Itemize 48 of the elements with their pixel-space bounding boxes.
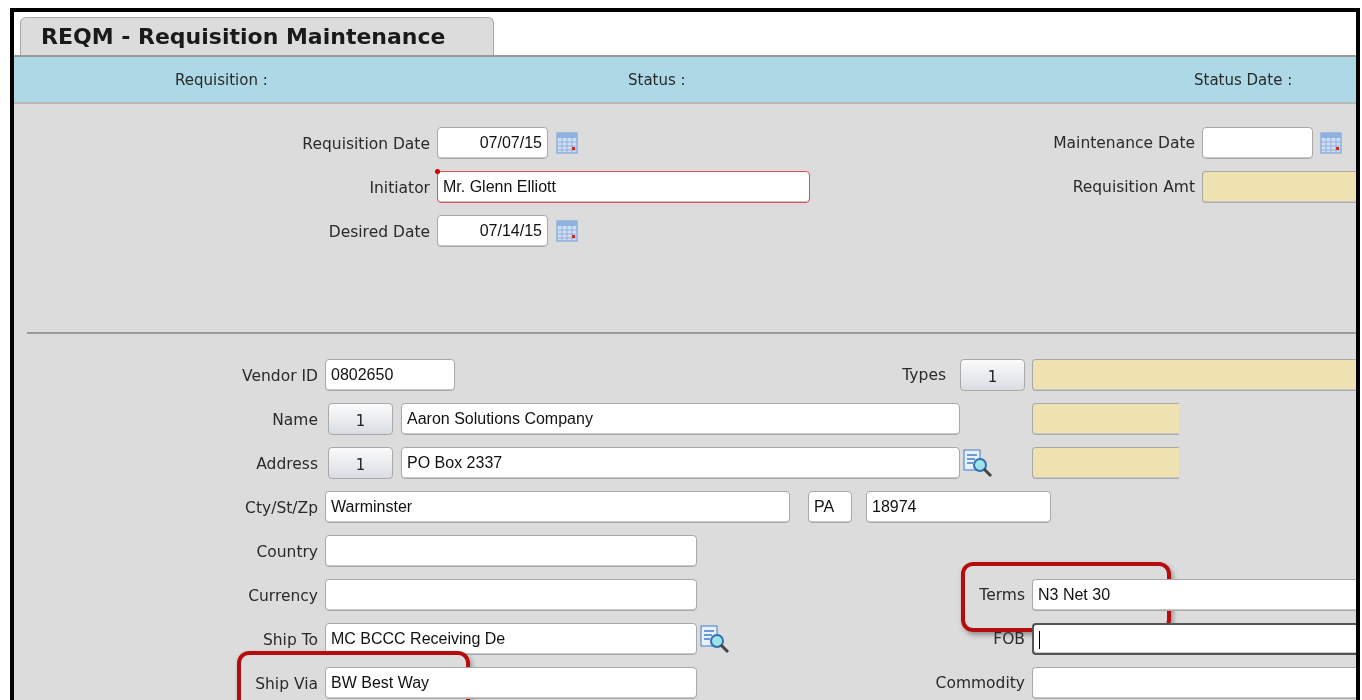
- input-field[interactable]: Mr. Glenn Elliott: [437, 171, 810, 203]
- input-field[interactable]: Aaron Solutions Company: [401, 403, 960, 435]
- header-label: Status Date :: [1194, 70, 1293, 89]
- input-field[interactable]: [325, 579, 697, 611]
- calendar-icon[interactable]: [1320, 132, 1342, 154]
- field-label: Requisition Date: [302, 134, 430, 153]
- field-label: Address: [256, 454, 318, 473]
- field-label: Cty/St/Zp: [245, 498, 318, 517]
- field-label: Currency: [248, 586, 318, 605]
- input-field[interactable]: 18974: [866, 491, 1051, 523]
- field-label: Desired Date: [328, 222, 430, 241]
- search-icon[interactable]: [963, 448, 993, 478]
- input-field[interactable]: MC BCCC Receiving De: [325, 623, 697, 655]
- input-field[interactable]: 07/14/15: [437, 215, 548, 247]
- search-icon[interactable]: [700, 624, 730, 654]
- readonly-field[interactable]: [1202, 171, 1356, 203]
- calendar-icon[interactable]: [556, 132, 578, 154]
- field-label: Country: [256, 542, 318, 561]
- input-field[interactable]: N3 Net 30: [1032, 579, 1356, 611]
- field-label: Commodity: [935, 674, 1025, 692]
- readonly-field[interactable]: [1032, 403, 1179, 435]
- field-label: Initiator: [369, 178, 430, 197]
- header-label: Status :: [628, 70, 686, 89]
- input-field[interactable]: 07/07/15: [437, 127, 548, 159]
- page-tab[interactable]: REQM - Requisition Maintenance: [20, 17, 494, 55]
- field-label: Requisition Amt: [1072, 178, 1195, 196]
- input-field[interactable]: [1032, 623, 1356, 655]
- field-label: Vendor ID: [242, 366, 318, 385]
- input-field[interactable]: [1202, 127, 1313, 159]
- field-label: Ship To: [262, 630, 318, 649]
- lookup-button[interactable]: 1: [328, 447, 393, 479]
- input-field[interactable]: PA: [808, 491, 852, 523]
- field-label: Types: [902, 366, 946, 384]
- lookup-button[interactable]: 1: [328, 403, 393, 435]
- field-label: Name: [272, 410, 318, 429]
- input-field[interactable]: Warminster: [325, 491, 790, 523]
- readonly-field[interactable]: [1032, 447, 1179, 479]
- header-label: Requisition :: [175, 70, 268, 89]
- input-field[interactable]: PO Box 2337: [401, 447, 960, 479]
- readonly-field[interactable]: [1032, 359, 1356, 391]
- input-field[interactable]: 0802650: [325, 359, 455, 391]
- lookup-button[interactable]: 1: [960, 359, 1025, 391]
- field-label: Maintenance Date: [1053, 134, 1195, 152]
- field-label: FOB: [993, 630, 1025, 648]
- input-field[interactable]: [1032, 667, 1356, 699]
- input-field[interactable]: BW Best Way: [325, 667, 697, 699]
- calendar-icon[interactable]: [556, 220, 578, 242]
- input-field[interactable]: [325, 535, 697, 567]
